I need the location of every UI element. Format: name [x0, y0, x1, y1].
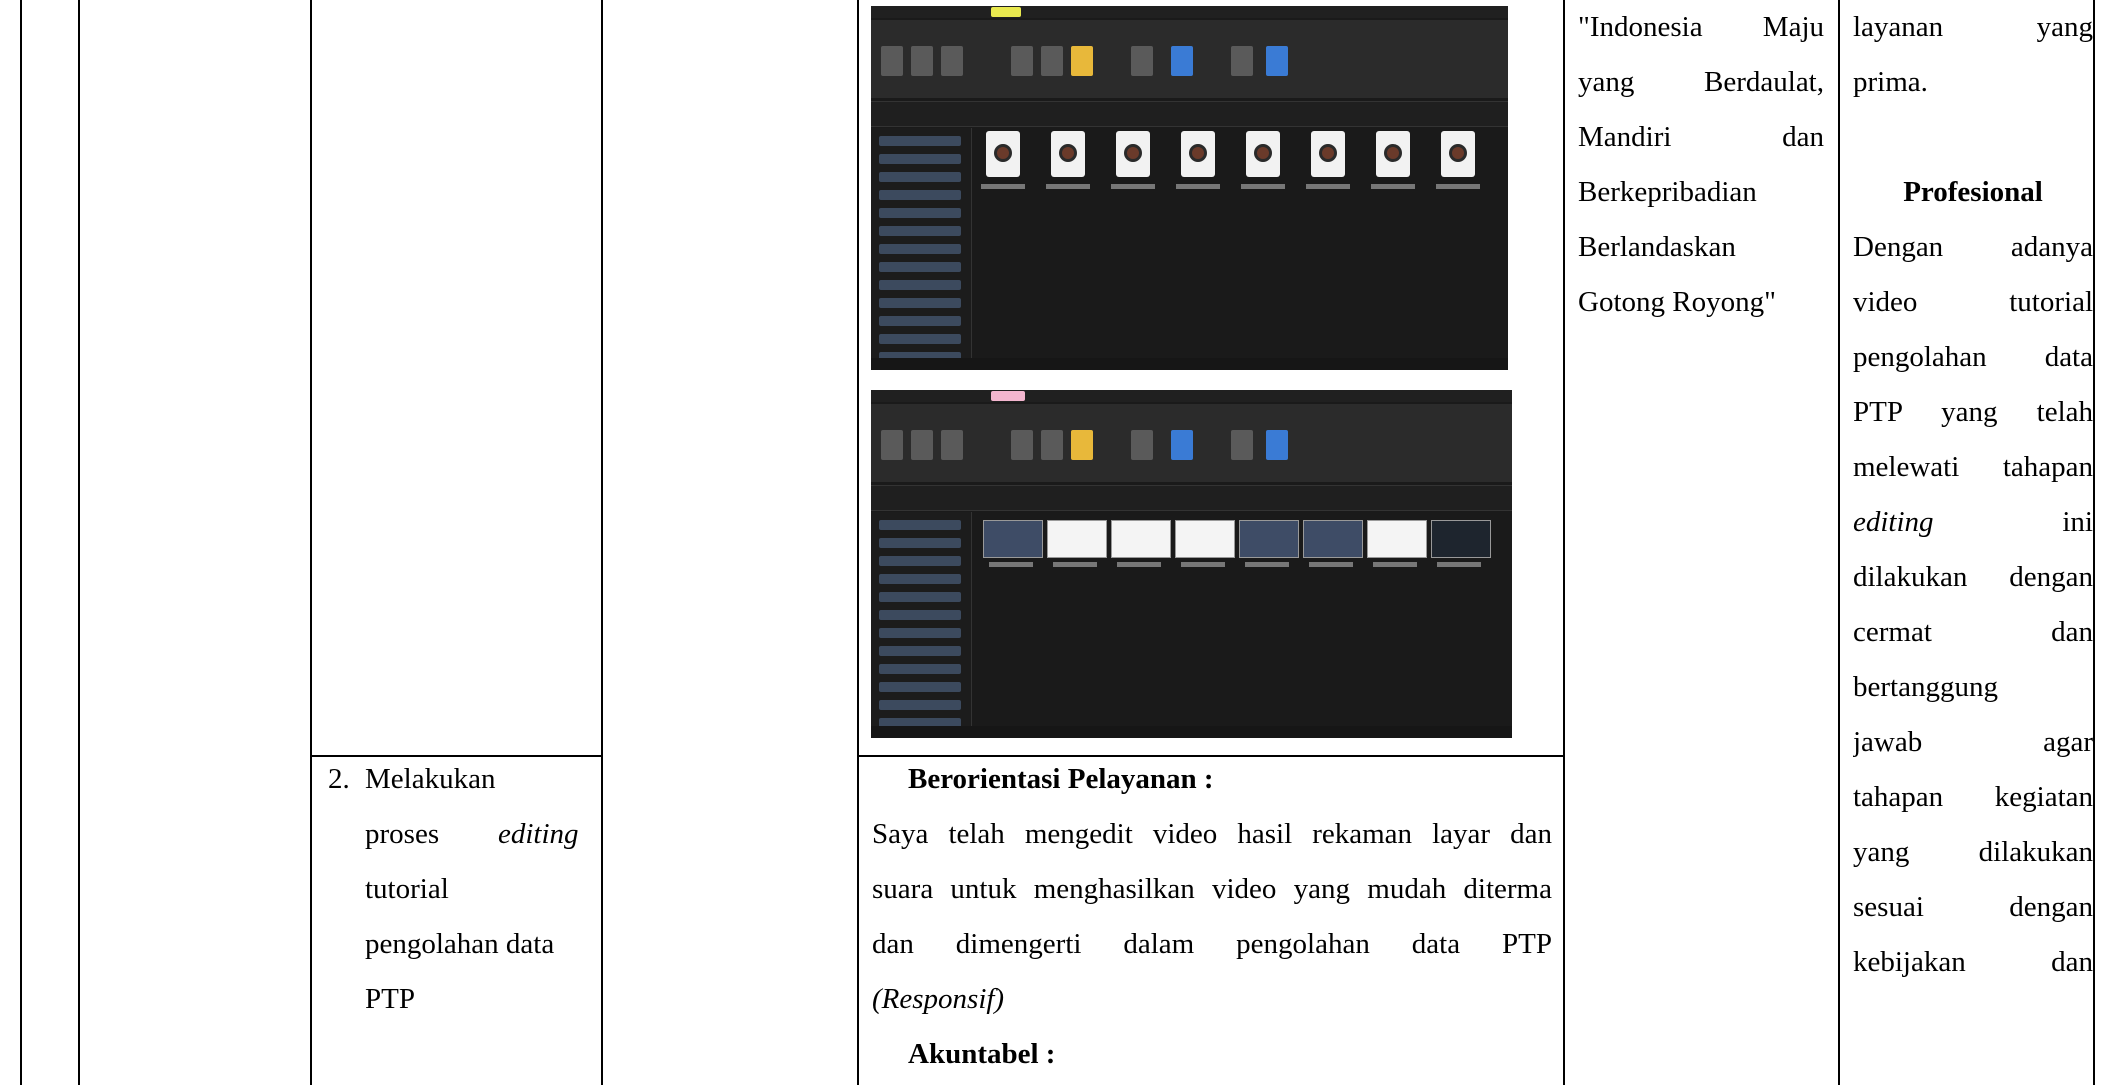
output-line: suara untuk menghasilkan video yang muda…: [872, 873, 1552, 905]
values-line: dilakukan dengan: [1853, 561, 2093, 593]
values-line: bertanggung: [1853, 671, 1998, 703]
vision-line: Gotong Royong": [1578, 286, 1776, 318]
values-line: prima.: [1853, 66, 1928, 98]
vision-line: yang Berdaulat,: [1578, 66, 1824, 98]
table-border: [857, 0, 859, 1085]
address-bar: [871, 101, 1508, 127]
output-body: Saya telah mengedit video hasil rekaman …: [872, 807, 1552, 1027]
activity-line: proses: [365, 818, 440, 850]
values-line: tahapan kegiatan: [1853, 781, 2093, 813]
video-thumbnail: [1431, 520, 1491, 558]
values-line: cermat dan: [1853, 616, 2093, 648]
video-thumbnail: [1367, 520, 1427, 558]
vision-cell: "Indonesia Maju yang Berdaulat, Mandiri …: [1578, 0, 1824, 330]
navigation-pane: [871, 128, 972, 362]
table-border: [1838, 0, 1840, 1085]
file-icon: [1246, 131, 1280, 177]
ribbon-tab-highlight: [991, 7, 1021, 17]
values-line: video tutorial: [1853, 286, 2093, 318]
address-bar: [871, 485, 1512, 511]
video-thumbnail: [1239, 520, 1299, 558]
activity-line: tutorial: [365, 873, 449, 905]
window-titlebar: [871, 6, 1508, 18]
navigation-pane: [871, 512, 972, 738]
vision-line: Berkepribadian: [1578, 176, 1757, 208]
ribbon-toolbar: [871, 20, 1508, 98]
values-line: PTP yang telah: [1853, 396, 2093, 428]
output-line: dan dimengerti dalam pengolahan data PTP: [872, 928, 1552, 960]
output-line: Saya telah mengedit video hasil rekaman …: [872, 818, 1552, 850]
values-line: Dengan adanya: [1853, 231, 2093, 263]
output-responsif: (Responsif): [872, 983, 1005, 1015]
status-bar: [871, 726, 1512, 738]
file-icon: [1311, 131, 1345, 177]
file-explorer-screenshot: [871, 6, 1508, 370]
video-thumbnail: [1303, 520, 1363, 558]
ribbon-tab-highlight: [991, 391, 1025, 401]
values-cell: layanan yang prima. Profesional Dengan a…: [1853, 0, 2093, 990]
file-explorer-screenshot-videos: [871, 390, 1512, 738]
values-editing-word: editing: [1853, 506, 1934, 538]
activity-line: pengolahan data: [365, 928, 555, 960]
table-border: [78, 0, 80, 1085]
vision-line: Berlandaskan: [1578, 231, 1736, 263]
section-heading: Akuntabel :: [908, 1038, 1056, 1070]
values-line: melewati tahapan: [1853, 451, 2093, 483]
vision-line: Mandiri dan: [1578, 121, 1824, 153]
values-line: jawab agar: [1853, 726, 2093, 758]
activity-line: PTP: [365, 983, 415, 1015]
values-line: pengolahan data: [1853, 341, 2093, 373]
file-icon: [1181, 131, 1215, 177]
video-thumbnail: [983, 520, 1043, 558]
activity-number: 2.: [328, 763, 350, 795]
video-thumbnail: [1047, 520, 1107, 558]
values-line: layanan yang: [1853, 11, 2093, 43]
file-icon: [1051, 131, 1085, 177]
status-bar: [871, 358, 1508, 370]
document-page: 2. Melakukan proses editing tutorial pen…: [0, 0, 2111, 1085]
video-thumbnail: [1175, 520, 1235, 558]
values-line: sesuai dengan: [1853, 891, 2093, 923]
file-icon: [1441, 131, 1475, 177]
vision-line: "Indonesia Maju: [1578, 11, 1824, 43]
file-icon: [1376, 131, 1410, 177]
values-line: yang dilakukan: [1853, 836, 2093, 868]
table-border: [310, 0, 312, 1085]
values-line: kebijakan dan: [1853, 946, 2093, 978]
file-icon: [986, 131, 1020, 177]
table-border: [20, 0, 22, 1085]
values-heading: Profesional: [1903, 176, 2043, 208]
file-icon: [1116, 131, 1150, 177]
table-border: [2093, 0, 2095, 1085]
table-border: [601, 0, 603, 1085]
table-border: [1563, 0, 1565, 1085]
activity-line: Melakukan: [365, 763, 496, 795]
section-heading: Berorientasi Pelayanan :: [908, 763, 1214, 795]
window-titlebar: [871, 390, 1512, 402]
activity-editing-word: editing: [498, 818, 579, 850]
video-thumbnail: [1111, 520, 1171, 558]
values-line-editing: editing ini: [1853, 506, 2093, 538]
ribbon-toolbar: [871, 404, 1512, 482]
